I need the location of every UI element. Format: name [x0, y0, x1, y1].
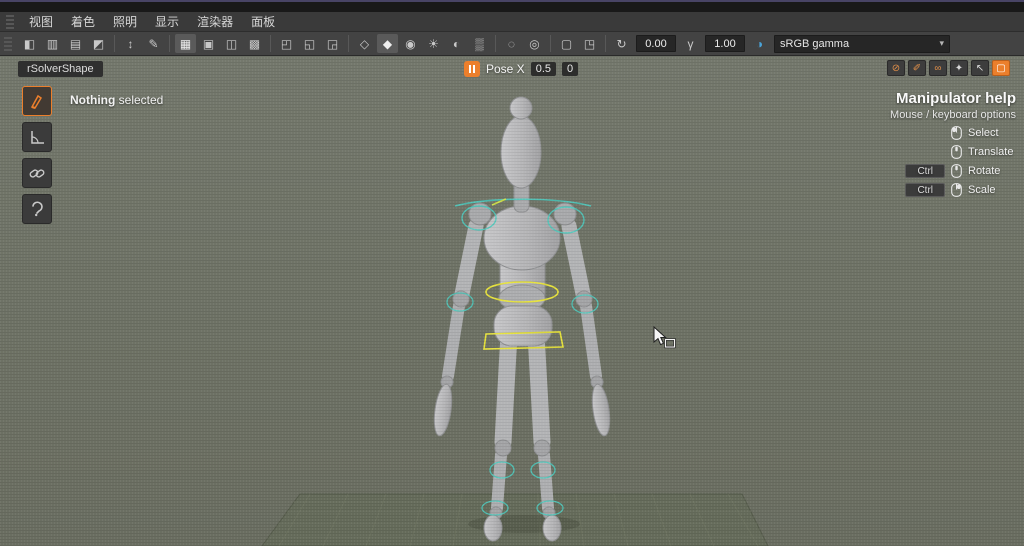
- smooth-shade-icon[interactable]: ◆: [377, 34, 398, 53]
- two-sided-lighting-icon[interactable]: ↕: [120, 34, 141, 53]
- gamma-field[interactable]: 1.00: [705, 35, 745, 52]
- default-material-icon[interactable]: ◩: [88, 34, 109, 53]
- selection-status: Nothing selected: [70, 93, 163, 107]
- grid-toggle-icon[interactable]: ▦: [175, 34, 196, 53]
- chain-link-icon: [29, 169, 45, 178]
- toolbar-separator: [114, 35, 115, 52]
- quick-access-buttons: ⊘ ✐ ∞ ✦ ↖ ▢: [887, 60, 1010, 76]
- help-row-translate: Translate: [786, 145, 1016, 159]
- gate-mask-icon[interactable]: ▩: [244, 34, 265, 53]
- help-label-select: Select: [968, 127, 999, 139]
- link-tool-button[interactable]: [22, 158, 52, 188]
- exposure-field[interactable]: 0.00: [636, 35, 676, 52]
- menu-renderer[interactable]: 渲染器: [188, 11, 242, 32]
- image-plane-icon[interactable]: ◎: [524, 34, 545, 53]
- help-label-translate: Translate: [968, 146, 1014, 158]
- screen-space-ao-icon[interactable]: ▒: [469, 34, 490, 53]
- pose-value-1[interactable]: 0.5: [530, 62, 556, 76]
- gamma-icon[interactable]: γ: [680, 34, 701, 53]
- chevron-down-icon: ▾: [939, 38, 944, 48]
- hook-tool-button[interactable]: [22, 194, 52, 224]
- wireframe-on-shaded-icon[interactable]: ▥: [42, 34, 63, 53]
- textured-mode-icon[interactable]: ▤: [65, 34, 86, 53]
- camera-settings-icon[interactable]: ◳: [579, 34, 600, 53]
- measure-tool-button[interactable]: [22, 122, 52, 152]
- mouse-middle-icon: [951, 145, 962, 159]
- manipulator-help-subtitle: Mouse / keyboard options: [890, 109, 1016, 121]
- viewport-toolbar: ◧ ▥ ▤ ◩ ↕ ✎ ▦ ▣ ◫ ▩ ◰ ◱ ◲ ◇ ◆ ◉ ☀ ◐ ▒ ◌ …: [0, 32, 1024, 56]
- ctrl-key-badge: Ctrl: [905, 183, 945, 197]
- hook-icon: [32, 201, 43, 217]
- selection-status-rest: selected: [115, 93, 164, 107]
- menu-panels[interactable]: 面板: [242, 11, 284, 32]
- mannequin-figure[interactable]: [431, 96, 612, 542]
- toolbar-separator: [495, 35, 496, 52]
- toolbar-separator: [169, 35, 170, 52]
- marker-tool-button[interactable]: [22, 86, 52, 116]
- angle-icon: [31, 131, 44, 144]
- use-all-lights-icon[interactable]: ☀: [423, 34, 444, 53]
- wireframe-display-icon[interactable]: ◇: [354, 34, 375, 53]
- ground-plane: [261, 493, 769, 546]
- shape-name-label: rSolverShape: [18, 61, 103, 77]
- help-label-rotate: Rotate: [968, 165, 1001, 177]
- viewport-3d[interactable]: rSolverShape Nothing selected Pose X 0.5…: [0, 56, 1024, 546]
- ctrl-key-badge: Ctrl: [905, 164, 945, 178]
- colorspace-value: sRGB gamma: [780, 37, 850, 50]
- menu-shading[interactable]: 着色: [62, 11, 104, 32]
- character-button[interactable]: ✦: [950, 60, 968, 76]
- panel-menu-bar: 视图 着色 照明 显示 渲染器 面板: [0, 12, 1024, 32]
- mouse-middle-icon: [951, 164, 962, 178]
- marker-icon: [30, 94, 43, 109]
- tool-column: [22, 86, 52, 224]
- resolution-gate-icon[interactable]: ◫: [221, 34, 242, 53]
- menu-show[interactable]: 显示: [146, 11, 188, 32]
- color-management-icon[interactable]: ◑: [749, 34, 770, 53]
- help-row-select: Select: [786, 126, 1016, 140]
- mouse-right-icon: [951, 183, 962, 197]
- field-chart-icon[interactable]: ◰: [276, 34, 297, 53]
- colorspace-dropdown[interactable]: sRGB gamma ▾: [774, 34, 950, 53]
- help-row-scale: Ctrl Scale: [786, 183, 1016, 197]
- expand-view-button[interactable]: ↖: [971, 60, 989, 76]
- manipulator-help-title: Manipulator help: [896, 90, 1016, 107]
- toolbar-separator: [348, 35, 349, 52]
- toolbar-separator: [550, 35, 551, 52]
- toolbar-grip[interactable]: [4, 36, 12, 51]
- pose-label: Pose X: [486, 62, 525, 76]
- link-button[interactable]: ∞: [929, 60, 947, 76]
- safe-title-icon[interactable]: ◲: [322, 34, 343, 53]
- safe-action-icon[interactable]: ◱: [299, 34, 320, 53]
- mouse-left-icon: [951, 126, 962, 140]
- pose-pause-icon[interactable]: [464, 61, 480, 77]
- plain-shade-icon[interactable]: ◧: [19, 34, 40, 53]
- pose-value-2[interactable]: 0: [562, 62, 579, 76]
- menu-view[interactable]: 视图: [20, 11, 62, 32]
- manipulator-help-panel: Manipulator help Mouse / keyboard option…: [786, 90, 1016, 197]
- menu-grip[interactable]: [6, 14, 14, 29]
- film-gate-icon[interactable]: ▣: [198, 34, 219, 53]
- exposure-icon[interactable]: ↻: [611, 34, 632, 53]
- shadows-icon[interactable]: ◐: [446, 34, 467, 53]
- help-row-rotate: Ctrl Rotate: [786, 164, 1016, 178]
- toolbar-separator: [605, 35, 606, 52]
- isolate-select-icon[interactable]: ◌: [501, 34, 522, 53]
- panel-toggle-button[interactable]: ▢: [992, 60, 1010, 76]
- xray-display-icon[interactable]: ▢: [556, 34, 577, 53]
- snap-magnet-button[interactable]: ⊘: [887, 60, 905, 76]
- edit-mode-icon[interactable]: ✎: [143, 34, 164, 53]
- help-label-scale: Scale: [968, 184, 996, 196]
- toolbar-separator: [270, 35, 271, 52]
- pose-hud: Pose X 0.5 0: [464, 61, 579, 77]
- pick-pivot-button[interactable]: ✐: [908, 60, 926, 76]
- hardware-texturing-icon[interactable]: ◉: [400, 34, 421, 53]
- selection-status-bold: Nothing: [70, 93, 116, 107]
- menu-lighting[interactable]: 照明: [104, 11, 146, 32]
- window-accent-line: [0, 0, 1024, 2]
